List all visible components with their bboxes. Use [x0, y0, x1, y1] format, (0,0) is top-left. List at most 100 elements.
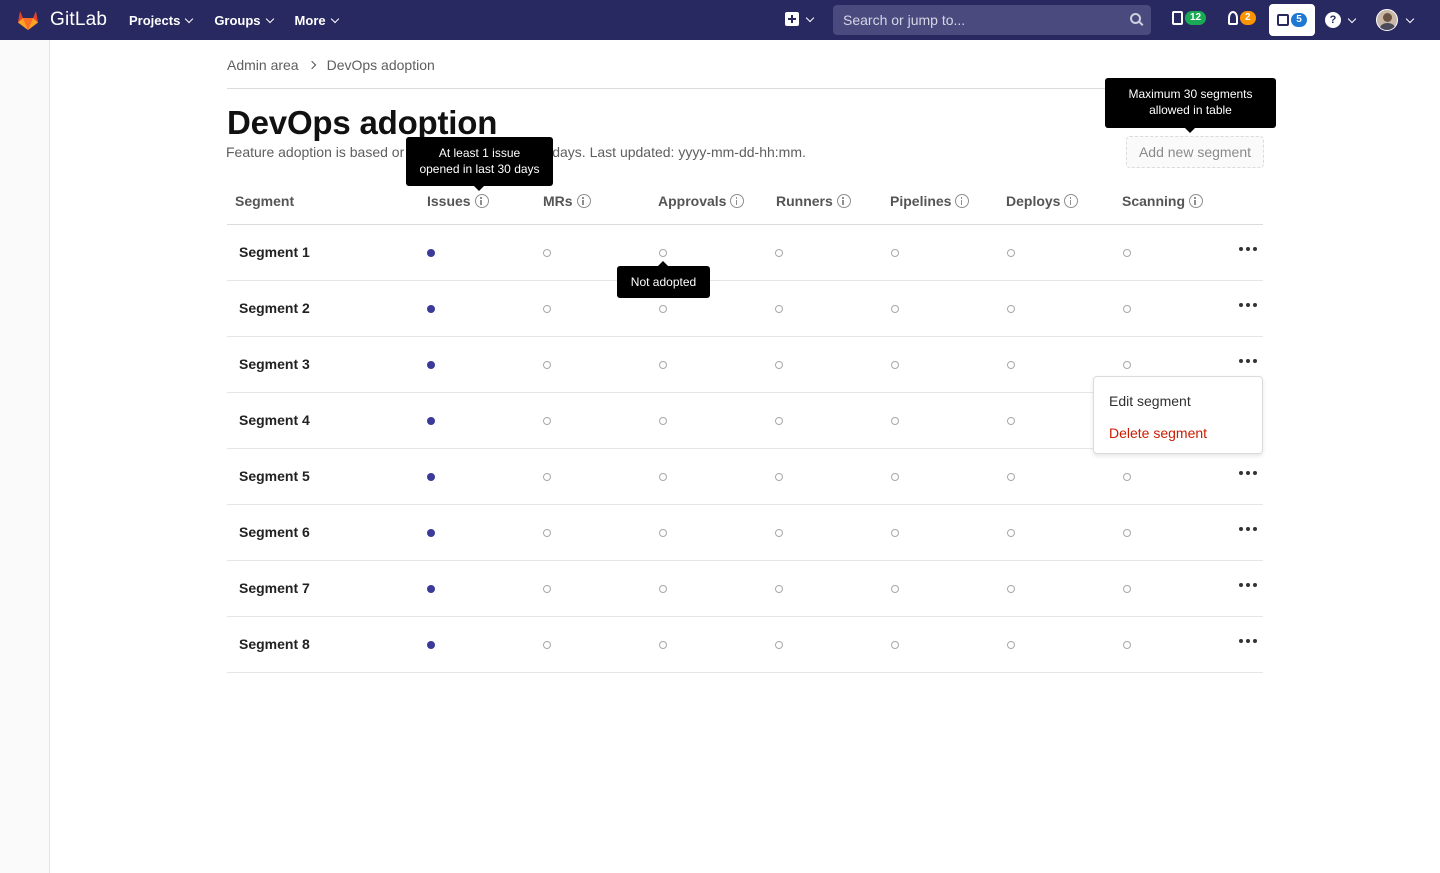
segment-name[interactable]: Segment 5 — [239, 468, 310, 484]
info-icon[interactable] — [730, 194, 745, 208]
not-adopted-dot-icon[interactable] — [775, 361, 783, 369]
adopted-dot-icon[interactable] — [427, 249, 435, 257]
adopted-dot-icon[interactable] — [427, 417, 435, 425]
not-adopted-dot-icon[interactable] — [543, 585, 551, 593]
help-menu[interactable]: ? — [1325, 12, 1357, 28]
more-actions-button[interactable] — [1239, 359, 1257, 363]
not-adopted-dot-icon[interactable] — [659, 585, 667, 593]
not-adopted-dot-icon[interactable] — [891, 529, 899, 537]
not-adopted-dot-icon[interactable] — [659, 417, 667, 425]
not-adopted-dot-icon[interactable] — [543, 641, 551, 649]
not-adopted-dot-icon[interactable] — [1007, 249, 1015, 257]
not-adopted-dot-icon[interactable] — [659, 641, 667, 649]
add-new-segment-button[interactable]: Add new segment — [1126, 136, 1264, 168]
not-adopted-dot-icon[interactable] — [1007, 417, 1015, 425]
not-adopted-dot-icon[interactable] — [891, 641, 899, 649]
info-icon[interactable] — [1064, 194, 1079, 208]
not-adopted-dot-icon[interactable] — [659, 529, 667, 537]
not-adopted-dot-icon[interactable] — [543, 417, 551, 425]
delete-segment-item[interactable]: Delete segment — [1109, 425, 1207, 441]
nav-groups[interactable]: Groups — [214, 13, 274, 28]
not-adopted-dot-icon[interactable] — [1123, 305, 1131, 313]
not-adopted-dot-icon[interactable] — [1123, 473, 1131, 481]
segment-name[interactable]: Segment 8 — [239, 636, 310, 652]
nav-more[interactable]: More — [295, 13, 339, 28]
not-adopted-dot-icon[interactable] — [543, 361, 551, 369]
column-header-segment: Segment — [235, 193, 294, 209]
todos-counter[interactable]: 5 — [1269, 4, 1315, 36]
not-adopted-dot-icon[interactable] — [543, 249, 551, 257]
not-adopted-dot-icon[interactable] — [1123, 585, 1131, 593]
not-adopted-dot-icon[interactable] — [659, 361, 667, 369]
not-adopted-dot-icon[interactable] — [543, 529, 551, 537]
not-adopted-dot-icon[interactable] — [775, 641, 783, 649]
not-adopted-dot-icon[interactable] — [1007, 305, 1015, 313]
info-icon[interactable] — [836, 194, 851, 208]
not-adopted-dot-icon[interactable] — [543, 473, 551, 481]
not-adopted-dot-icon[interactable] — [891, 417, 899, 425]
ellipsis-dot-icon — [1239, 527, 1243, 531]
edit-segment-item[interactable]: Edit segment — [1109, 393, 1191, 409]
not-adopted-dot-icon[interactable] — [543, 305, 551, 313]
more-actions-button[interactable] — [1239, 583, 1257, 587]
not-adopted-dot-icon[interactable] — [659, 473, 667, 481]
chevron-down-icon — [265, 14, 274, 23]
not-adopted-dot-icon[interactable] — [659, 305, 667, 313]
more-actions-button[interactable] — [1239, 247, 1257, 251]
search-input[interactable]: Search or jump to... — [833, 5, 1151, 35]
not-adopted-dot-icon[interactable] — [775, 585, 783, 593]
more-actions-button[interactable] — [1239, 471, 1257, 475]
more-actions-button[interactable] — [1239, 303, 1257, 307]
not-adopted-dot-icon[interactable] — [1007, 473, 1015, 481]
segment-name[interactable]: Segment 4 — [239, 412, 310, 428]
not-adopted-dot-icon[interactable] — [1123, 529, 1131, 537]
adopted-dot-icon[interactable] — [427, 361, 435, 369]
more-actions-button[interactable] — [1239, 527, 1257, 531]
not-adopted-dot-icon[interactable] — [891, 361, 899, 369]
not-adopted-dot-icon[interactable] — [775, 473, 783, 481]
not-adopted-dot-icon[interactable] — [1007, 641, 1015, 649]
merge-requests-counter[interactable]: 2 — [1228, 11, 1256, 25]
tooltip-text: Not adopted — [630, 275, 697, 289]
not-adopted-dot-icon[interactable] — [1007, 529, 1015, 537]
new-dropdown-button[interactable] — [785, 12, 815, 26]
not-adopted-dot-icon[interactable] — [1007, 585, 1015, 593]
segment-name[interactable]: Segment 1 — [239, 244, 310, 260]
not-adopted-dot-icon[interactable] — [891, 305, 899, 313]
not-adopted-dot-icon[interactable] — [659, 249, 667, 257]
info-icon[interactable] — [474, 194, 489, 208]
chevron-down-icon — [185, 14, 194, 23]
not-adopted-dot-icon[interactable] — [775, 305, 783, 313]
adopted-dot-icon[interactable] — [427, 529, 435, 537]
not-adopted-dot-icon[interactable] — [775, 529, 783, 537]
not-adopted-dot-icon[interactable] — [891, 249, 899, 257]
adopted-dot-icon[interactable] — [427, 473, 435, 481]
info-icon[interactable] — [1189, 194, 1204, 208]
adopted-dot-icon[interactable] — [427, 641, 435, 649]
info-icon[interactable] — [576, 194, 591, 208]
segment-name[interactable]: Segment 2 — [239, 300, 310, 316]
gitlab-logo[interactable]: GitLab — [16, 8, 107, 32]
more-actions-button[interactable] — [1239, 639, 1257, 643]
info-icon[interactable] — [955, 194, 970, 208]
user-menu[interactable] — [1376, 9, 1415, 31]
adopted-dot-icon[interactable] — [427, 585, 435, 593]
nav-projects[interactable]: Projects — [129, 13, 194, 28]
breadcrumb-admin-area[interactable]: Admin area — [227, 57, 299, 73]
issues-counter[interactable]: 12 — [1172, 11, 1207, 25]
not-adopted-dot-icon[interactable] — [1007, 361, 1015, 369]
adopted-dot-icon[interactable] — [427, 305, 435, 313]
not-adopted-dot-icon[interactable] — [891, 473, 899, 481]
segment-name[interactable]: Segment 6 — [239, 524, 310, 540]
segment-name[interactable]: Segment 7 — [239, 580, 310, 596]
not-adopted-dot-icon[interactable] — [891, 585, 899, 593]
not-adopted-dot-icon[interactable] — [1123, 361, 1131, 369]
segment-actions-dropdown: Edit segment Delete segment — [1093, 376, 1263, 454]
breadcrumb-current[interactable]: DevOps adoption — [327, 57, 435, 73]
not-adopted-dot-icon[interactable] — [1123, 641, 1131, 649]
not-adopted-dot-icon[interactable] — [775, 417, 783, 425]
column-label: Segment — [235, 193, 295, 209]
not-adopted-dot-icon[interactable] — [775, 249, 783, 257]
segment-name[interactable]: Segment 3 — [239, 356, 310, 372]
not-adopted-dot-icon[interactable] — [1123, 249, 1131, 257]
